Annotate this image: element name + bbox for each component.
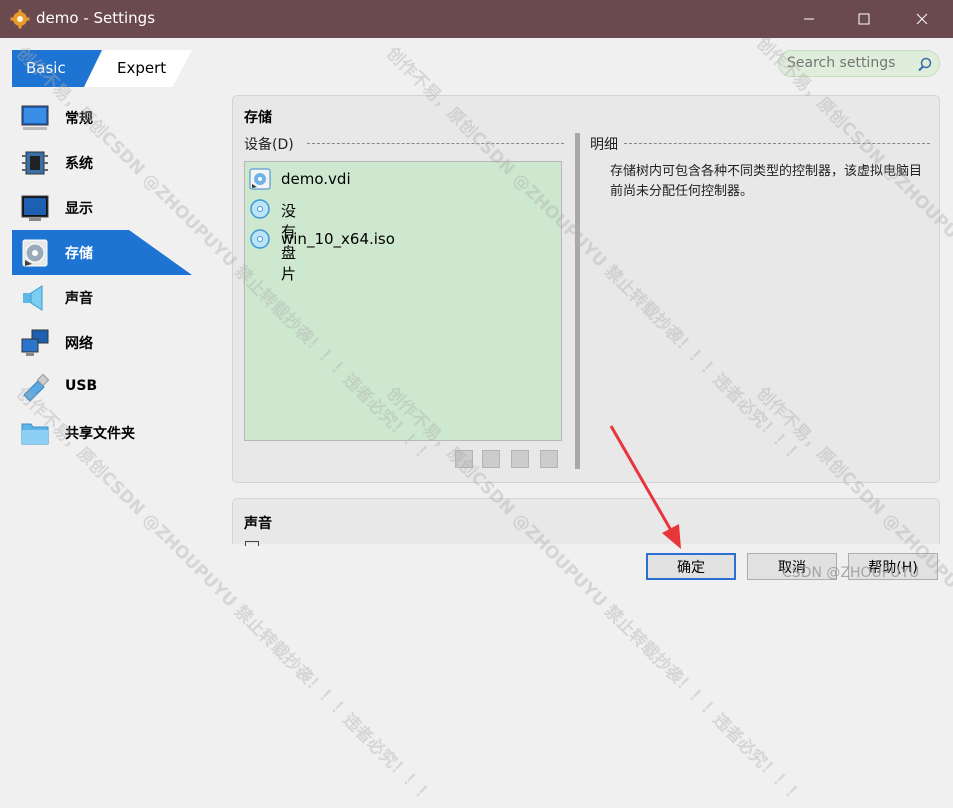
annotation-arrow bbox=[609, 425, 681, 549]
watermark-credit: CSDN @ZHOUPUYU bbox=[782, 565, 920, 581]
